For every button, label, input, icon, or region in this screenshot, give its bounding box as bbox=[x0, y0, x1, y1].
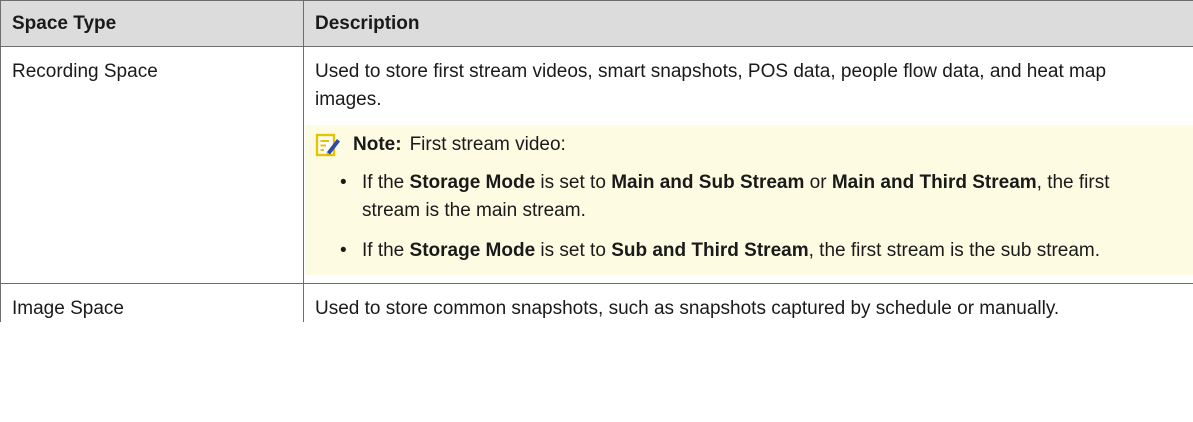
description-text: Used to store first stream videos, smart… bbox=[315, 61, 1107, 110]
bullet-bold-text: Storage Mode bbox=[409, 172, 536, 194]
bullet-text: is set to bbox=[535, 240, 612, 262]
description-cell: Used to store common snapshots, such as … bbox=[303, 282, 1193, 323]
bullet-icon: • bbox=[340, 172, 347, 194]
space-type-table: Space Type Description Recording Space U… bbox=[0, 0, 1193, 323]
column-header-space-type: Space Type bbox=[0, 0, 304, 47]
list-item: • If the Storage Mode is set to Main and… bbox=[315, 169, 1183, 224]
bullet-bold-text: Main and Third Stream bbox=[831, 172, 1037, 194]
bullet-bold-text: Main and Sub Stream bbox=[611, 172, 805, 194]
bullet-text: If the bbox=[362, 172, 410, 194]
note-text: First stream video: bbox=[409, 134, 566, 156]
description-cell: Used to store first stream videos, smart… bbox=[303, 46, 1193, 284]
note-pencil-icon bbox=[315, 133, 340, 157]
table-header-row: Space Type Description bbox=[0, 0, 1193, 47]
space-type-cell: Image Space bbox=[0, 282, 304, 323]
bullet-text: If the bbox=[362, 240, 410, 262]
bullet-text: is set to bbox=[535, 172, 612, 194]
table-row: Recording Space Used to store first stre… bbox=[0, 46, 1193, 284]
bullet-text: , the first stream is the sub stream. bbox=[808, 240, 1101, 262]
bullet-icon: • bbox=[340, 240, 347, 262]
bullet-bold-text: Storage Mode bbox=[409, 240, 536, 262]
note-box: Note: First stream video: • If the Stora… bbox=[305, 125, 1193, 275]
description-text: Used to store common snapshots, such as … bbox=[315, 297, 1060, 319]
column-header-description: Description bbox=[303, 0, 1193, 47]
note-header: Note: First stream video: bbox=[315, 131, 1183, 159]
bullet-bold-text: Sub and Third Stream bbox=[611, 240, 809, 262]
space-type-cell: Recording Space bbox=[0, 46, 304, 284]
note-label: Note: bbox=[353, 134, 402, 156]
note-bullet-list: • If the Storage Mode is set to Main and… bbox=[315, 169, 1183, 265]
list-item: • If the Storage Mode is set to Sub and … bbox=[315, 237, 1183, 265]
table-row: Image Space Used to store common snapsho… bbox=[0, 282, 1193, 323]
bullet-text: or bbox=[804, 172, 832, 194]
